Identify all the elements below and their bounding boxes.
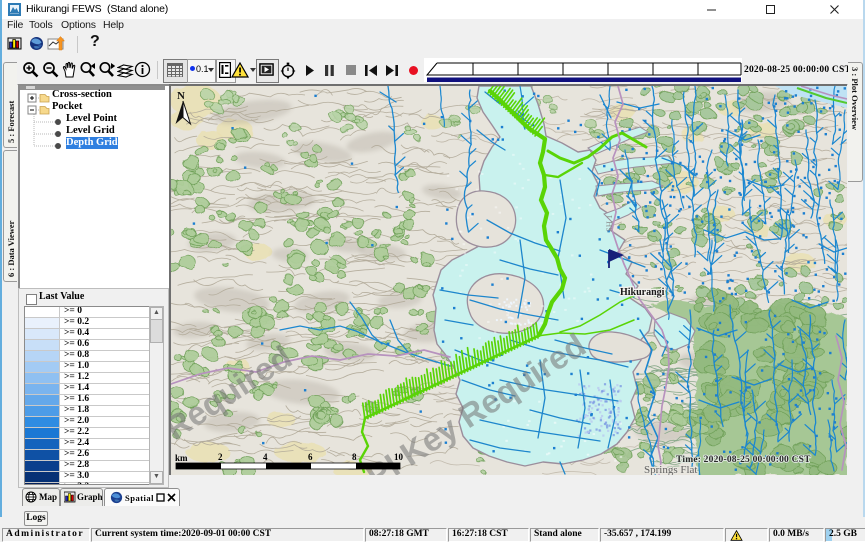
- svg-text:km: km: [175, 453, 188, 463]
- svg-text:4: 4: [263, 452, 268, 462]
- svg-text:8: 8: [352, 452, 357, 462]
- svg-text:10: 10: [394, 452, 404, 462]
- svg-text:Time: 2020-08-25 00:00:00 CST: Time: 2020-08-25 00:00:00 CST: [676, 455, 811, 465]
- svg-text:SH 1: SH 1: [604, 215, 614, 232]
- svg-text:Hikurangi: Hikurangi: [620, 287, 665, 298]
- svg-text:Springs Flat: Springs Flat: [644, 464, 697, 475]
- svg-text:N: N: [177, 90, 185, 102]
- svg-text:2: 2: [218, 452, 223, 462]
- svg-text:6: 6: [308, 452, 313, 462]
